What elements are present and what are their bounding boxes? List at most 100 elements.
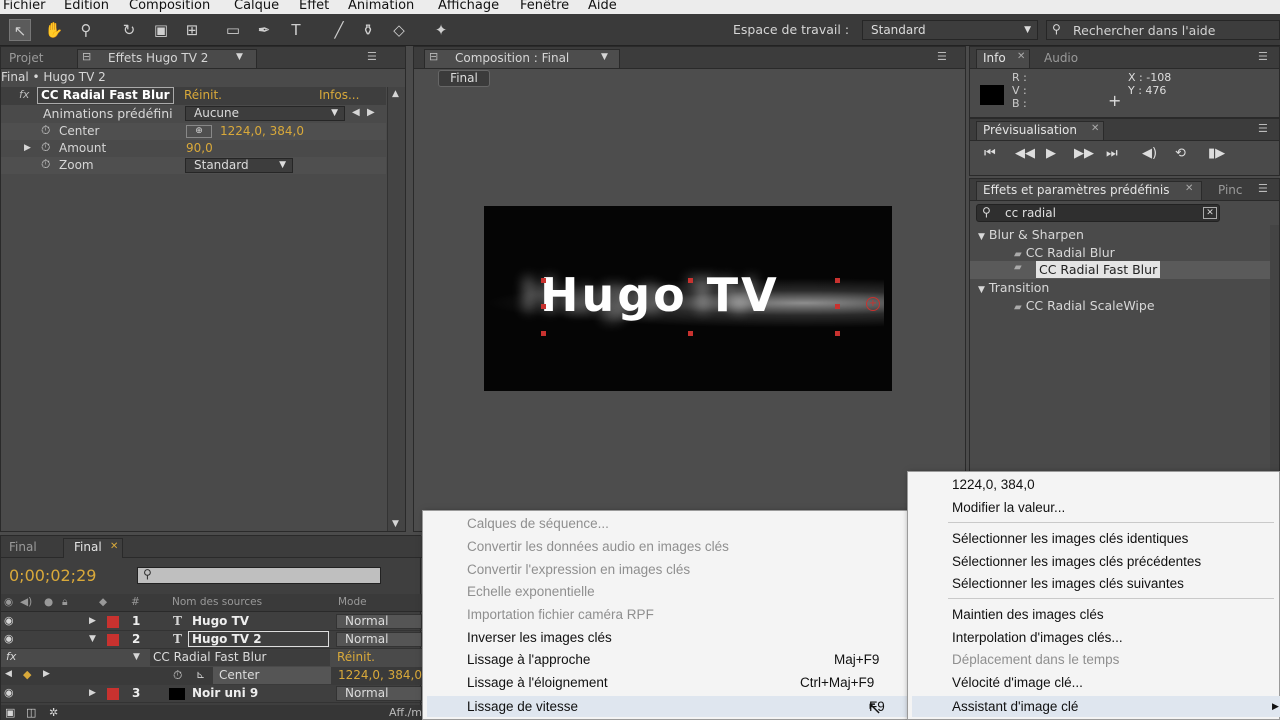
keyframe-icon[interactable]: ◆ bbox=[23, 668, 31, 681]
mask-icon[interactable]: ◫ bbox=[26, 706, 36, 719]
handle[interactable] bbox=[835, 304, 840, 309]
handle[interactable] bbox=[688, 278, 693, 283]
panel-menu-icon[interactable]: ☰ bbox=[937, 50, 947, 63]
presets-select[interactable]: Aucune ▼ bbox=[185, 106, 345, 121]
effect-reset-link[interactable]: Réinit. bbox=[337, 650, 375, 664]
tab-final-1[interactable]: Final bbox=[3, 539, 43, 556]
group-transition[interactable]: ▼ Transition bbox=[978, 279, 1049, 296]
layer-mode[interactable]: Normal bbox=[336, 686, 422, 701]
menu-item-easy-ease-in[interactable]: Lissage à l'approche bbox=[467, 650, 590, 670]
next-frame-icon[interactable]: ▶▶ bbox=[1074, 146, 1094, 161]
menu-item-hold-keyframes[interactable]: Maintien des images clés bbox=[952, 605, 1104, 625]
eye-icon[interactable]: ◉ bbox=[4, 632, 14, 645]
panel-menu-icon[interactable]: ☰ bbox=[1258, 50, 1268, 63]
effect-header-row[interactable]: fx CC Radial Fast Blur Réinit. Infos... bbox=[1, 87, 386, 105]
menu-aide[interactable]: Aide bbox=[588, 0, 617, 13]
selection-tool-icon[interactable]: ↖ bbox=[9, 19, 31, 41]
loop-icon[interactable]: ⟲ bbox=[1175, 146, 1186, 161]
table-row[interactable]: ◉ ▶ 1 T Hugo TV Normal bbox=[1, 613, 422, 631]
camera-tool-icon[interactable]: ▣ bbox=[150, 19, 172, 41]
crosshair-icon[interactable]: ⊕ bbox=[186, 125, 212, 138]
label-color[interactable] bbox=[107, 634, 119, 646]
clone-tool-icon[interactable]: ⚱ bbox=[357, 19, 379, 41]
settings-icon[interactable]: ✲ bbox=[49, 706, 58, 719]
eye-icon[interactable]: ◉ bbox=[4, 686, 14, 699]
table-row[interactable]: ◉ ▶ 3 Noir uni 9 Normal bbox=[1, 685, 422, 703]
menu-calque[interactable]: Calque bbox=[234, 0, 279, 13]
effects-search-input[interactable]: ⚲ cc radial ✕ bbox=[976, 204, 1220, 222]
menu-effet[interactable]: Effet bbox=[299, 0, 329, 13]
menu-animation[interactable]: Animation bbox=[348, 0, 414, 13]
menu-item-easy-ease-highlight[interactable]: Lissage de vitesse F9 bbox=[427, 696, 907, 717]
rotate-tool-icon[interactable]: ↻ bbox=[118, 19, 140, 41]
expand-triangle-icon[interactable]: ▶ bbox=[89, 688, 96, 698]
last-frame-icon[interactable]: ⏭ bbox=[1106, 146, 1118, 161]
tab-audio[interactable]: Audio bbox=[1038, 50, 1084, 67]
tab-effects-presets[interactable]: Effets et paramètres prédéfinis ✕ bbox=[976, 181, 1202, 200]
tab-effects-hugo[interactable]: ⊟ Effets Hugo TV 2 ▼ bbox=[77, 49, 257, 68]
menu-item-select-next[interactable]: Sélectionner les images clés suivantes bbox=[952, 574, 1184, 594]
clear-search-icon[interactable]: ✕ bbox=[1203, 207, 1217, 219]
tab-preview[interactable]: Prévisualisation ✕ bbox=[976, 121, 1104, 140]
handle[interactable] bbox=[835, 331, 840, 336]
handle[interactable] bbox=[688, 331, 693, 336]
property-row-center[interactable]: ◀ ◆ ▶ ⏱ ⊾ Center 1224,0, 384,0 bbox=[1, 667, 422, 685]
menu-item-keyframe-velocity[interactable]: Vélocité d'image clé... bbox=[952, 673, 1083, 693]
handle[interactable] bbox=[835, 278, 840, 283]
close-icon[interactable]: ✕ bbox=[1091, 123, 1099, 134]
layer-mode[interactable]: Normal bbox=[336, 632, 422, 647]
panel-menu-icon[interactable]: ☰ bbox=[367, 50, 377, 63]
scroll-up-icon[interactable]: ▲ bbox=[392, 89, 399, 99]
menu-edition[interactable]: Edition bbox=[64, 0, 109, 13]
prev-preset-icon[interactable]: ◀ bbox=[352, 107, 360, 118]
panel-menu-icon[interactable]: ☰ bbox=[1258, 122, 1268, 135]
effect-sub-row[interactable]: fx ▼ CC Radial Fast Blur Réinit. bbox=[1, 649, 422, 667]
comp-sub-tab[interactable]: Final bbox=[438, 70, 490, 87]
menu-fenetre[interactable]: Fenêtre bbox=[520, 0, 569, 13]
table-row[interactable]: ◉ ▼ 2 T Hugo TV 2 Normal bbox=[1, 631, 422, 649]
label-color[interactable] bbox=[107, 616, 119, 628]
handle[interactable] bbox=[541, 331, 546, 336]
expand-triangle-icon[interactable]: ▶ bbox=[89, 616, 96, 626]
layer-mode[interactable]: Normal bbox=[336, 614, 422, 629]
close-icon[interactable]: ✕ bbox=[110, 541, 118, 552]
first-frame-icon[interactable]: ⏮ bbox=[984, 146, 996, 161]
audio-icon[interactable]: ◀) bbox=[1142, 146, 1157, 161]
scroll-down-icon[interactable]: ▼ bbox=[392, 519, 399, 529]
hand-tool-icon[interactable]: ✋ bbox=[43, 19, 65, 41]
workspace-select[interactable]: Standard ▼ bbox=[862, 20, 1038, 40]
comp-viewer[interactable]: Hugo TV + bbox=[484, 206, 892, 391]
prev-frame-icon[interactable]: ◀◀ bbox=[1015, 146, 1035, 161]
scrollbar[interactable]: ▲ ▼ bbox=[387, 87, 405, 531]
pan-behind-tool-icon[interactable]: ⊞ bbox=[181, 19, 203, 41]
center-value[interactable]: 1224,0, 384,0 bbox=[220, 123, 304, 140]
comp-text-layer[interactable]: Hugo TV bbox=[540, 268, 780, 322]
help-search-input[interactable]: ⚲ Rechercher dans l'aide bbox=[1046, 20, 1280, 40]
expand-triangle-icon[interactable]: ▶ bbox=[24, 140, 31, 157]
menu-item-inverser-keyframes[interactable]: Inverser les images clés bbox=[467, 628, 612, 648]
handle[interactable] bbox=[541, 278, 546, 283]
comp-icon[interactable]: ▣ bbox=[5, 706, 15, 719]
menu-fichier[interactable]: Fichier bbox=[3, 0, 46, 13]
next-keyframe-icon[interactable]: ▶ bbox=[43, 669, 50, 679]
expand-triangle-icon[interactable]: ▼ bbox=[133, 652, 140, 662]
menu-item-keyframe-assistant-highlight[interactable]: Assistant d'image clé ▶ bbox=[912, 696, 1280, 717]
close-icon[interactable]: ✕ bbox=[1185, 183, 1193, 194]
tab-composition[interactable]: ⊟ Composition : Final ▼ bbox=[424, 49, 620, 68]
pen-tool-icon[interactable]: ✒ bbox=[253, 19, 275, 41]
fx-icon[interactable]: fx bbox=[6, 650, 16, 663]
menu-item-edit-value[interactable]: Modifier la valeur... bbox=[952, 498, 1065, 518]
stopwatch-icon[interactable]: ⏱ bbox=[41, 157, 50, 172]
effect-center-crosshair-icon[interactable]: + bbox=[866, 297, 880, 311]
ram-preview-icon[interactable]: ▮▶ bbox=[1208, 146, 1225, 161]
tab-info[interactable]: Info ✕ bbox=[976, 49, 1030, 68]
effect-item[interactable]: ▰ CC Radial ScaleWipe bbox=[1014, 297, 1155, 314]
group-blur-sharpen[interactable]: ▼ Blur & Sharpen bbox=[978, 226, 1084, 243]
tab-pinceaux[interactable]: Pinc bbox=[1212, 182, 1249, 199]
tab-final-2[interactable]: Final ✕ bbox=[63, 538, 123, 558]
handle[interactable] bbox=[541, 304, 546, 309]
close-icon[interactable]: ✕ bbox=[1017, 51, 1025, 62]
col-source[interactable]: Nom des sources bbox=[172, 596, 262, 608]
menu-item-select-previous[interactable]: Sélectionner les images clés précédentes bbox=[952, 552, 1201, 572]
prev-keyframe-icon[interactable]: ◀ bbox=[5, 669, 12, 679]
